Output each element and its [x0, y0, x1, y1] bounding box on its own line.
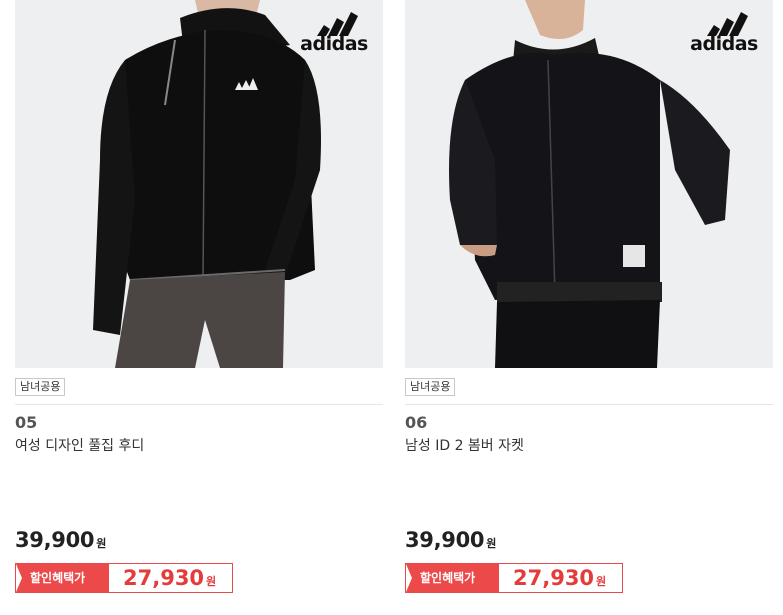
- unisex-badge: 남녀공용: [405, 378, 456, 396]
- sale-label: 할인혜택가: [406, 564, 499, 592]
- sale-price-value: 27,930: [513, 566, 595, 590]
- sale-price-value: 27,930: [123, 566, 205, 590]
- original-price-value: 39,900: [15, 528, 95, 552]
- product-card[interactable]: adidas 남녀공용 05 여성 디자인 풀집 후디 39,900 원 할인혜택…: [15, 0, 383, 615]
- product-image[interactable]: adidas: [405, 0, 773, 368]
- adidas-stripes-icon: [317, 12, 358, 36]
- sale-price-unit: 원: [596, 575, 607, 588]
- sale-price-box: 할인혜택가 27,930 원: [405, 563, 623, 593]
- original-price: 39,900 원: [15, 528, 106, 552]
- divider: [405, 404, 773, 405]
- brand-logo: adidas: [299, 8, 369, 54]
- sale-price: 27,930 원: [123, 564, 216, 596]
- original-price-value: 39,900: [405, 528, 485, 552]
- original-price-unit: 원: [96, 537, 107, 550]
- unisex-badge: 남녀공용: [15, 378, 66, 396]
- sale-price: 27,930 원: [513, 564, 606, 596]
- original-price: 39,900 원: [405, 528, 496, 552]
- product-image[interactable]: adidas: [15, 0, 383, 368]
- product-number: 06: [405, 413, 428, 432]
- sale-price-unit: 원: [206, 575, 217, 588]
- brand-logo: adidas: [689, 8, 759, 54]
- product-name[interactable]: 남성 ID 2 봄버 자켓: [405, 435, 524, 455]
- sale-price-box: 할인혜택가 27,930 원: [15, 563, 233, 593]
- adidas-stripes-icon: [707, 12, 748, 36]
- sale-label: 할인혜택가: [16, 564, 109, 592]
- product-card[interactable]: adidas 남녀공용 06 남성 ID 2 봄버 자켓 39,900 원 할인혜…: [405, 0, 773, 615]
- original-price-unit: 원: [486, 537, 497, 550]
- product-number: 05: [15, 413, 38, 432]
- divider: [15, 404, 383, 405]
- product-name[interactable]: 여성 디자인 풀집 후디: [15, 435, 144, 455]
- brand-name: adidas: [300, 33, 368, 55]
- brand-name: adidas: [690, 33, 758, 55]
